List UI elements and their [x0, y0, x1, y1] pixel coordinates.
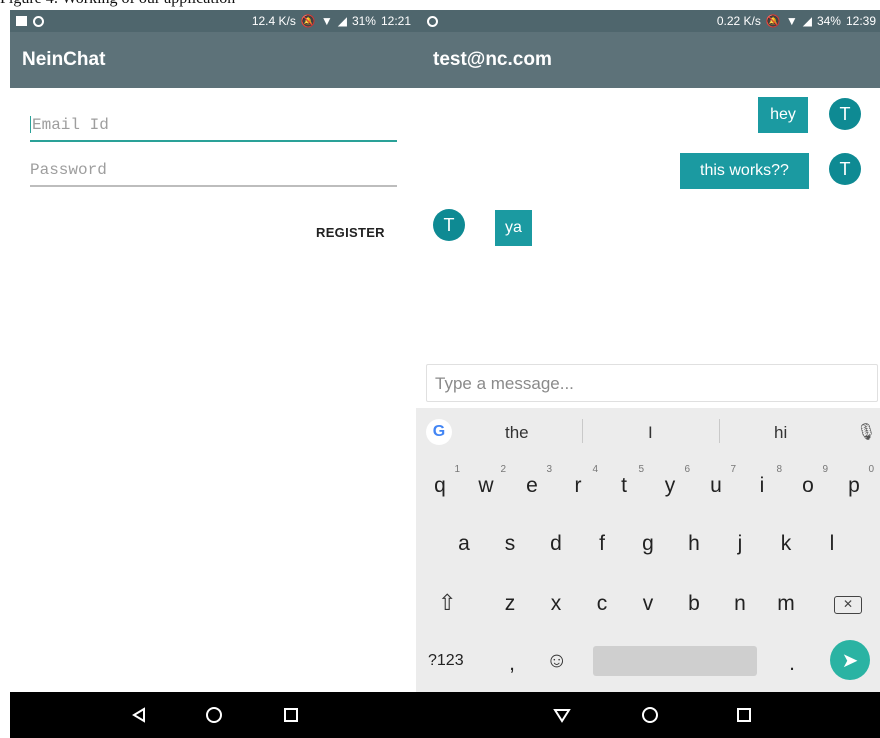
key[interactable]: n: [720, 592, 760, 616]
signal-icon: ◢: [802, 14, 812, 28]
clock: 12:21: [380, 14, 411, 28]
key[interactable]: d: [536, 532, 576, 556]
backspace-icon[interactable]: ✕: [834, 596, 862, 614]
sync-icon: [427, 15, 438, 27]
home-icon[interactable]: [199, 700, 229, 730]
key[interactable]: q1: [420, 464, 460, 498]
back-down-icon[interactable]: [547, 700, 577, 730]
status-bar-left: 12.4 K/s 🔕 ▼ ◢ 31% 12:21: [10, 10, 417, 32]
key[interactable]: o9: [788, 464, 828, 498]
message-bubble: hey: [758, 97, 808, 133]
key[interactable]: h: [674, 532, 714, 556]
comma-key[interactable]: ,: [492, 652, 532, 676]
wifi-icon: ▼: [320, 14, 333, 28]
avatar: T: [829, 98, 861, 130]
notification-icon: [16, 16, 27, 26]
email-field[interactable]: Email Id: [30, 108, 397, 142]
key[interactable]: e3: [512, 464, 552, 498]
home-icon[interactable]: [635, 700, 665, 730]
key[interactable]: j: [720, 532, 760, 556]
key[interactable]: t5: [604, 464, 644, 498]
avatar: T: [433, 209, 465, 241]
password-field[interactable]: Password: [30, 153, 397, 187]
key[interactable]: y6: [650, 464, 690, 498]
chat-title: test@nc.com: [433, 49, 552, 70]
message-bubble: this works??: [680, 153, 809, 189]
mute-icon: 🔕: [765, 14, 781, 28]
period-key[interactable]: .: [772, 652, 812, 676]
recents-icon[interactable]: [729, 700, 759, 730]
message-bubble: ya: [495, 210, 532, 246]
message-input[interactable]: Type a message...: [426, 364, 878, 402]
key[interactable]: a: [444, 532, 484, 556]
app-title: NeinChat: [22, 49, 106, 70]
key[interactable]: r4: [558, 464, 599, 498]
battery-level: 34%: [816, 14, 841, 28]
wifi-icon: ▼: [785, 14, 798, 28]
message-placeholder: Type a message...: [435, 374, 574, 393]
key[interactable]: w2: [466, 464, 506, 498]
space-bar[interactable]: [593, 646, 757, 676]
key[interactable]: m: [766, 592, 806, 616]
key[interactable]: p0: [834, 464, 874, 498]
sync-icon: [33, 15, 44, 27]
symbols-key[interactable]: ?123: [428, 652, 464, 670]
nav-bar-left: [10, 692, 417, 738]
register-button[interactable]: REGISTER: [316, 225, 385, 240]
nav-bar-right: [417, 692, 880, 738]
battery-level: 31%: [351, 14, 376, 28]
key[interactable]: b: [674, 592, 714, 616]
figure-caption: Figure 4: Working of our application: [0, 0, 440, 10]
avatar: T: [829, 153, 861, 185]
keyboard: G the I hi 🎙 q1 w2 e3 r4 t5 y6 u7 i8 o9 …: [416, 408, 880, 692]
key[interactable]: u7: [696, 464, 736, 498]
app-bar-right: test@nc.com: [417, 32, 880, 88]
suggestion-bar: G the I hi 🎙: [416, 408, 880, 454]
text-cursor: [30, 116, 31, 134]
google-icon[interactable]: G: [426, 419, 452, 445]
key[interactable]: x: [536, 592, 576, 616]
shift-icon[interactable]: ⇧: [438, 590, 456, 616]
key[interactable]: v: [628, 592, 668, 616]
suggestion-item[interactable]: hi: [774, 423, 787, 443]
send-icon[interactable]: ➤: [830, 640, 870, 680]
app-bar-left: NeinChat: [10, 32, 417, 88]
microphone-icon[interactable]: 🎙: [856, 422, 876, 442]
password-placeholder: Password: [30, 161, 107, 179]
key[interactable]: g: [628, 532, 668, 556]
key[interactable]: z: [490, 592, 530, 616]
network-speed: 12.4 K/s: [251, 14, 296, 28]
mute-icon: 🔕: [300, 14, 316, 28]
back-icon[interactable]: [124, 700, 154, 730]
suggestion-item[interactable]: I: [648, 423, 653, 443]
recents-icon[interactable]: [276, 700, 306, 730]
key[interactable]: k: [766, 532, 806, 556]
key[interactable]: i8: [742, 464, 782, 498]
clock: 12:39: [845, 14, 876, 28]
key[interactable]: c: [582, 592, 622, 616]
emoji-icon[interactable]: ☺: [546, 649, 567, 673]
key[interactable]: l: [812, 532, 852, 556]
key[interactable]: s: [490, 532, 530, 556]
status-bar-right: 0.22 K/s 🔕 ▼ ◢ 34% 12:39: [417, 10, 880, 32]
network-speed: 0.22 K/s: [716, 14, 761, 28]
email-placeholder: Email Id: [32, 116, 109, 134]
key[interactable]: f: [582, 532, 622, 556]
signal-icon: ◢: [337, 14, 347, 28]
suggestion-item[interactable]: the: [505, 423, 529, 443]
